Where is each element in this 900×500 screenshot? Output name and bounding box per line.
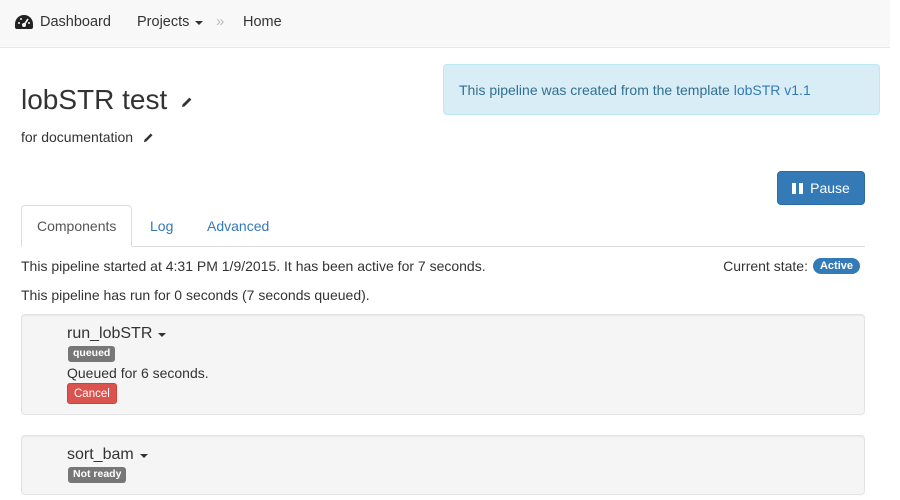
nav-projects-label: Projects: [137, 14, 190, 30]
chevron-down-icon: [158, 333, 167, 337]
component-name-dropdown[interactable]: sort_bam: [67, 446, 148, 464]
component-panel-sort-bam: sort_bam Not ready: [21, 435, 865, 495]
pause-button-label: Pause: [810, 180, 850, 196]
pipeline-description-row: for documentation: [21, 129, 154, 145]
component-state-badge: Not ready: [68, 467, 127, 483]
pipeline-description: for documentation: [21, 129, 134, 145]
navbar: Dashboard Projects » Home: [0, 0, 890, 48]
component-panel-run-lobstr: run_lobSTR queued Queued for 6 seconds. …: [21, 314, 865, 415]
current-state: Current state: Active: [723, 258, 860, 274]
component-name-dropdown[interactable]: run_lobSTR: [67, 325, 167, 343]
component-name: sort_bam: [67, 446, 134, 463]
component-status-text: Queued for 6 seconds.: [67, 365, 209, 381]
page-title: lobSTR test: [21, 84, 168, 115]
nav-home-link[interactable]: Home: [243, 14, 282, 30]
cancel-button[interactable]: Cancel: [67, 383, 117, 404]
pause-button[interactable]: Pause: [777, 171, 865, 205]
current-state-label: Current state:: [723, 258, 808, 274]
dashboard-icon: [15, 15, 33, 29]
edit-description-pencil-icon[interactable]: [143, 132, 154, 143]
breadcrumb-separator: »: [216, 13, 225, 30]
status-badge: Active: [812, 258, 860, 274]
component-state-badge: queued: [68, 346, 116, 362]
pause-icon: [792, 182, 804, 194]
template-link[interactable]: lobSTR v1.1: [734, 82, 811, 98]
tab-advanced[interactable]: Advanced: [192, 205, 284, 247]
page-title-row: lobSTR test: [21, 84, 193, 116]
tab-log[interactable]: Log: [135, 205, 188, 247]
pipeline-start-status: This pipeline started at 4:31 PM 1/9/201…: [21, 258, 486, 274]
edit-title-pencil-icon[interactable]: [181, 96, 193, 108]
tab-components[interactable]: Components: [21, 205, 133, 247]
nav-dashboard-link[interactable]: Dashboard: [14, 14, 111, 30]
nav-dashboard-label: Dashboard: [40, 14, 111, 30]
chevron-down-icon: [195, 21, 204, 25]
template-info-alert: This pipeline was created from the templ…: [443, 64, 880, 115]
alert-text: This pipeline was created from the templ…: [459, 82, 734, 98]
pipeline-runtime-status: This pipeline has run for 0 seconds (7 s…: [21, 287, 370, 303]
nav-projects-dropdown[interactable]: Projects: [137, 14, 204, 30]
pipeline-tabs: Components Log Advanced: [21, 205, 865, 247]
component-name: run_lobSTR: [67, 325, 153, 342]
chevron-down-icon: [139, 454, 148, 458]
